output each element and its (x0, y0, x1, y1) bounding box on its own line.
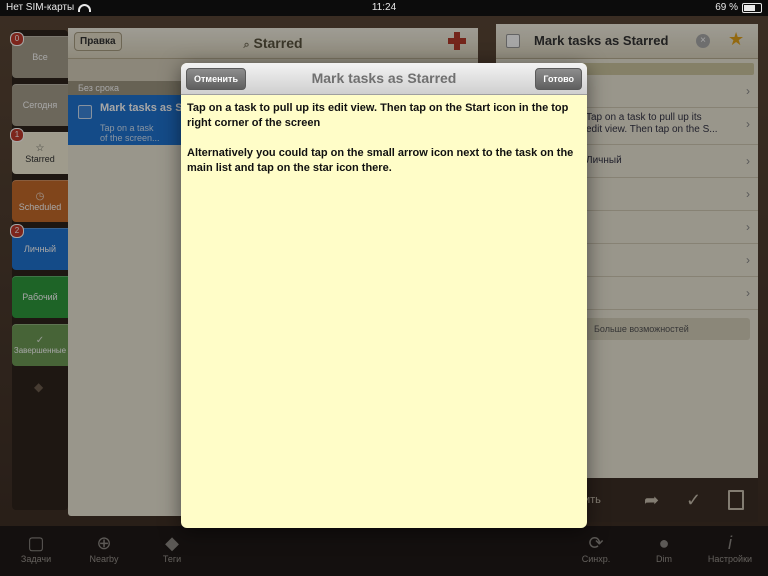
done-button[interactable]: Готово (535, 68, 582, 90)
battery-percent: 69 % (715, 2, 738, 13)
battery-icon (742, 2, 762, 13)
modal-title: Mark tasks as Starred (311, 70, 457, 86)
help-paragraph-2: Alternatively you could tap on the small… (187, 147, 574, 174)
help-paragraph-1: Tap on a task to pull up its edit view. … (187, 102, 569, 129)
help-modal: Отменить Mark tasks as Starred Готово Ta… (181, 63, 587, 528)
clock: 11:24 (371, 2, 397, 13)
modal-header: Отменить Mark tasks as Starred Готово (181, 63, 587, 95)
status-bar: Нет SIM-карты 11:24 69 % (0, 0, 768, 16)
modal-body[interactable]: Tap on a task to pull up its edit view. … (181, 95, 587, 197)
